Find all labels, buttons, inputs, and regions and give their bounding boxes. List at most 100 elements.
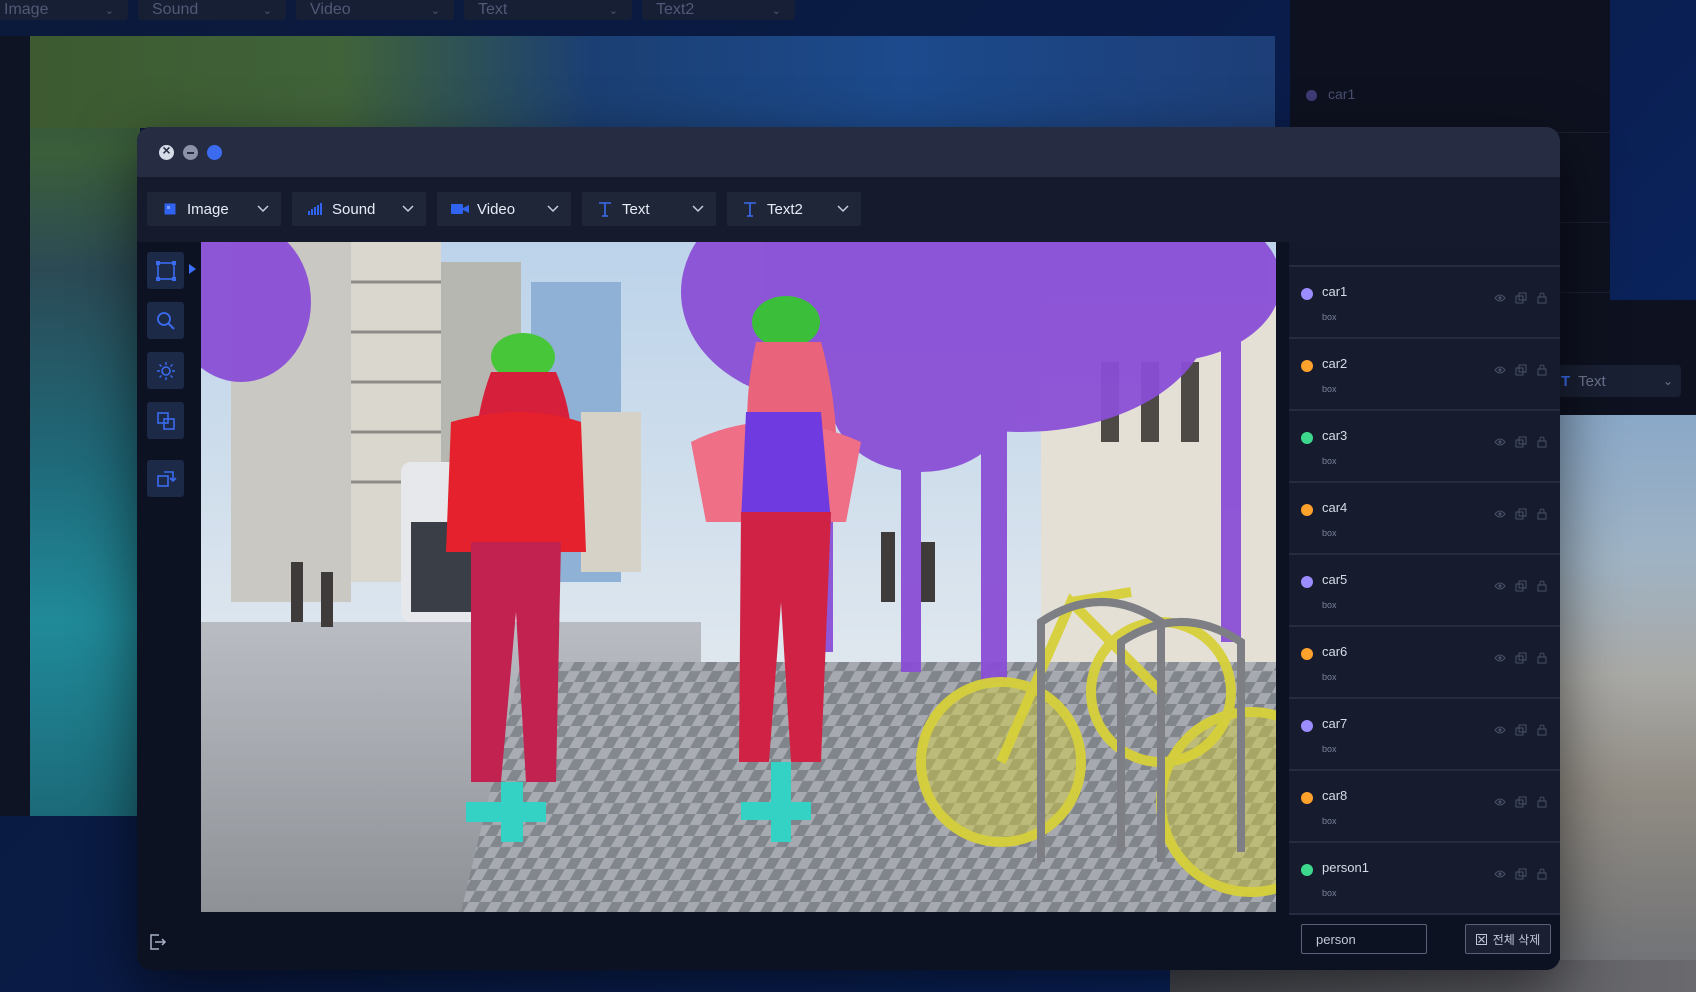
object-type: box bbox=[1322, 384, 1337, 394]
object-type: box bbox=[1322, 600, 1337, 610]
tab-video-label: Video bbox=[477, 200, 516, 218]
object-name: car5 bbox=[1322, 572, 1348, 587]
background-list-label: car1 bbox=[1328, 86, 1356, 102]
lock-icon[interactable] bbox=[1536, 508, 1548, 520]
background-chip-text: T Text ⌄ bbox=[1555, 365, 1681, 397]
duplicate-icon[interactable] bbox=[1515, 508, 1527, 520]
duplicate-icon[interactable] bbox=[1515, 724, 1527, 736]
tab-video[interactable]: Video bbox=[437, 192, 571, 226]
tab-text2[interactable]: Text2 bbox=[727, 192, 861, 226]
maximize-window-button[interactable] bbox=[207, 145, 222, 160]
object-actions bbox=[1494, 580, 1548, 592]
object-type: box bbox=[1322, 816, 1337, 826]
lock-icon[interactable] bbox=[1536, 580, 1548, 592]
object-name: car6 bbox=[1322, 644, 1348, 659]
lock-icon[interactable] bbox=[1536, 652, 1548, 664]
object-actions bbox=[1494, 508, 1548, 520]
object-item[interactable]: car2 box bbox=[1289, 339, 1560, 411]
object-color-dot bbox=[1301, 288, 1313, 300]
object-type: box bbox=[1322, 528, 1337, 538]
eye-icon[interactable] bbox=[1494, 796, 1506, 808]
object-actions bbox=[1494, 652, 1548, 664]
background-window-right-2 bbox=[1545, 300, 1696, 415]
object-item[interactable]: person1 box bbox=[1289, 843, 1560, 915]
label-search-input[interactable]: person bbox=[1301, 924, 1427, 954]
eye-icon[interactable] bbox=[1494, 724, 1506, 736]
eye-icon[interactable] bbox=[1494, 868, 1506, 880]
duplicate-icon[interactable] bbox=[1515, 796, 1527, 808]
bounding-box-icon bbox=[155, 260, 176, 281]
lock-icon[interactable] bbox=[1536, 364, 1548, 376]
search-value: person bbox=[1316, 931, 1356, 947]
text-t-icon: T bbox=[1561, 372, 1571, 390]
annotation-canvas[interactable] bbox=[201, 242, 1276, 912]
close-window-button[interactable] bbox=[159, 142, 174, 160]
title-bar bbox=[137, 127, 1560, 177]
lock-icon[interactable] bbox=[1536, 868, 1548, 880]
eye-icon[interactable] bbox=[1494, 580, 1506, 592]
text-t-icon bbox=[741, 200, 759, 218]
object-item[interactable]: car5 box bbox=[1289, 555, 1560, 627]
object-actions bbox=[1494, 436, 1548, 448]
transform-tool-button[interactable] bbox=[147, 460, 184, 497]
background-left-strip bbox=[0, 36, 30, 816]
object-item[interactable]: car7 box bbox=[1289, 699, 1560, 771]
tab-text2-label: Text2 bbox=[767, 200, 803, 218]
object-color-dot bbox=[1301, 360, 1313, 372]
lock-icon[interactable] bbox=[1536, 436, 1548, 448]
duplicate-icon[interactable] bbox=[1515, 364, 1527, 376]
lock-icon[interactable] bbox=[1536, 796, 1548, 808]
background-photo-top bbox=[30, 36, 1275, 128]
tab-sound[interactable]: Sound bbox=[292, 192, 426, 226]
duplicate-icon[interactable] bbox=[1515, 580, 1527, 592]
object-color-dot bbox=[1301, 432, 1313, 444]
lock-icon[interactable] bbox=[1536, 292, 1548, 304]
eye-icon[interactable] bbox=[1494, 364, 1506, 376]
minimize-window-button[interactable] bbox=[183, 145, 198, 160]
exit-icon[interactable] bbox=[147, 932, 167, 952]
duplicate-icon[interactable] bbox=[1515, 292, 1527, 304]
eye-icon[interactable] bbox=[1494, 292, 1506, 304]
clear-all-button[interactable]: 전체 삭제 bbox=[1465, 924, 1551, 954]
layers-copy-icon bbox=[156, 411, 175, 430]
object-item[interactable]: car1 box bbox=[1289, 267, 1560, 339]
brightness-tool-button[interactable] bbox=[147, 352, 184, 389]
background-photo-right bbox=[1560, 415, 1696, 992]
duplicate-icon[interactable] bbox=[1515, 436, 1527, 448]
background-tab-text: Text ⌄ bbox=[464, 0, 632, 20]
object-item[interactable]: car4 box bbox=[1289, 483, 1560, 555]
sound-bars-icon bbox=[306, 200, 324, 218]
zoom-tool-button[interactable] bbox=[147, 302, 184, 339]
clear-icon bbox=[1475, 933, 1487, 945]
object-color-dot bbox=[1301, 720, 1313, 732]
duplicate-icon[interactable] bbox=[1515, 868, 1527, 880]
object-name: car8 bbox=[1322, 788, 1348, 803]
duplicate-icon[interactable] bbox=[1515, 652, 1527, 664]
background-list-item: car1 bbox=[1290, 60, 1610, 133]
object-color-dot bbox=[1301, 648, 1313, 660]
object-color-dot bbox=[1301, 792, 1313, 804]
rotate-transform-icon bbox=[156, 470, 177, 487]
object-item[interactable]: car8 box bbox=[1289, 771, 1560, 843]
object-item[interactable]: car6 box bbox=[1289, 627, 1560, 699]
object-name: car1 bbox=[1322, 284, 1348, 299]
tab-text[interactable]: Text bbox=[582, 192, 716, 226]
copy-layer-tool-button[interactable] bbox=[147, 402, 184, 439]
canvas-footer bbox=[137, 912, 1289, 970]
tab-image[interactable]: Image bbox=[147, 192, 281, 226]
eye-icon[interactable] bbox=[1494, 436, 1506, 448]
object-type: box bbox=[1322, 672, 1337, 682]
eye-icon[interactable] bbox=[1494, 508, 1506, 520]
tab-sound-label: Sound bbox=[332, 200, 376, 218]
background-dot bbox=[1306, 90, 1317, 101]
object-item[interactable]: car3 box bbox=[1289, 411, 1560, 483]
bounding-box-tool-button[interactable] bbox=[147, 252, 184, 289]
lock-icon[interactable] bbox=[1536, 724, 1548, 736]
object-type: box bbox=[1322, 312, 1337, 322]
clear-all-label: 전체 삭제 bbox=[1492, 932, 1541, 947]
object-color-dot bbox=[1301, 864, 1313, 876]
chevron-down-icon: ⌄ bbox=[1662, 374, 1673, 388]
eye-icon[interactable] bbox=[1494, 652, 1506, 664]
chevron-down-icon bbox=[837, 205, 849, 213]
object-name: car7 bbox=[1322, 716, 1348, 731]
